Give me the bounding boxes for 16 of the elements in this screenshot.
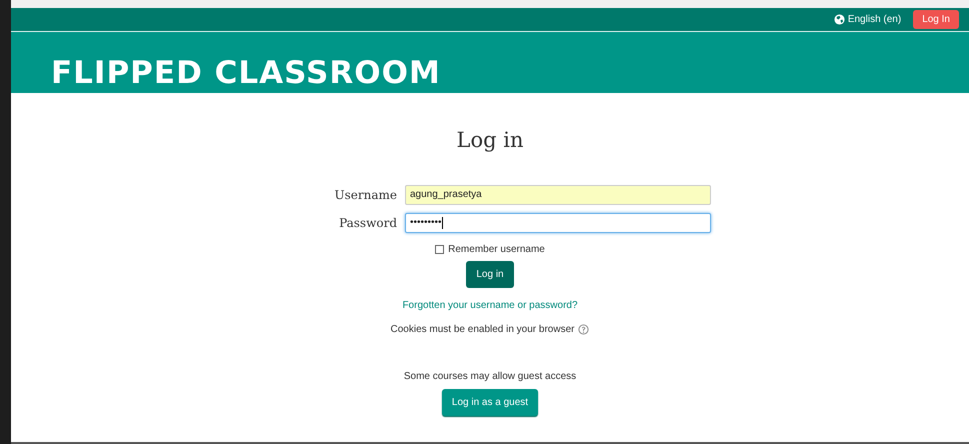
help-icon[interactable] [578, 324, 590, 334]
submit-button[interactable]: Log in [466, 260, 514, 288]
remember-checkbox[interactable]: Remember username [435, 242, 545, 256]
guest-note: Some courses may allow guest access [404, 370, 576, 384]
language-menu[interactable]: English (en) [834, 12, 902, 27]
site-title: FLIPPED CLASSROOM [51, 58, 441, 89]
input-field[interactable]: agung_prasetya [405, 184, 711, 204]
forgot-password-link[interactable]: Forgotten your username or password? [402, 298, 578, 312]
login-button[interactable]: Log In [913, 10, 959, 29]
page-heading: Log in [456, 127, 524, 154]
input-field[interactable]: ••••••••• [405, 212, 711, 232]
cookies-note: Cookies must be enabled in your browser [390, 322, 574, 336]
globe-icon [834, 14, 845, 25]
guest-login-button[interactable]: Log in as a guest [442, 388, 538, 416]
field-label: Username [334, 186, 397, 202]
field-label: Password [338, 214, 397, 230]
